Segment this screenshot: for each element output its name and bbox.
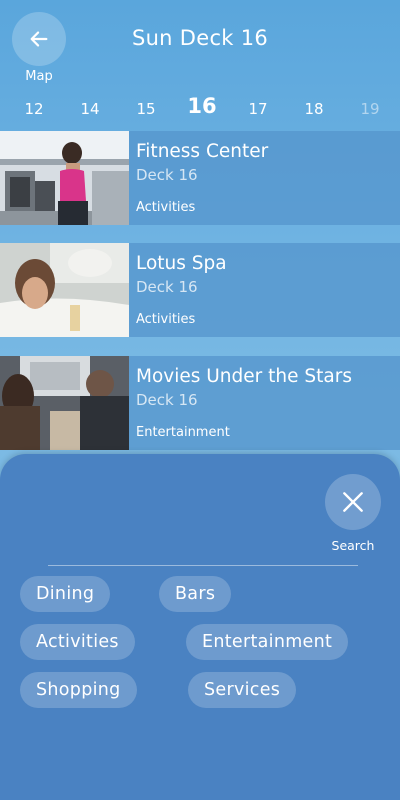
venue-name: Movies Under the Stars [136, 366, 352, 387]
deck-tab-19[interactable]: 19 [350, 100, 390, 118]
deck-tab-14[interactable]: 14 [70, 100, 110, 118]
venue-photo [0, 131, 129, 225]
filter-chip-shopping[interactable]: Shopping [20, 672, 137, 708]
venue-deck: Deck 16 [136, 278, 198, 296]
filter-chip-services[interactable]: Services [188, 672, 297, 708]
deck-tab-15[interactable]: 15 [126, 100, 166, 118]
venue-photo [0, 243, 129, 337]
filter-panel: Search Dining Bars Activities Entertainm… [0, 454, 400, 800]
venue-deck: Deck 16 [136, 391, 198, 409]
venue-category: Activities [136, 200, 196, 215]
filter-chip-bars[interactable]: Bars [159, 576, 232, 612]
venue-photo [0, 356, 129, 450]
filter-chip-entertainment[interactable]: Entertainment [186, 624, 349, 660]
close-icon [343, 492, 363, 512]
venue-row-lotus-spa[interactable]: Lotus Spa Deck 16 Activities [0, 243, 400, 337]
divider [48, 565, 358, 566]
deck-tab-17[interactable]: 17 [238, 100, 278, 118]
deck-tab-16[interactable]: 16 [182, 94, 222, 118]
venue-name: Fitness Center [136, 141, 269, 162]
venue-row-movies-under-the-stars[interactable]: Movies Under the Stars Deck 16 Entertain… [0, 356, 400, 450]
filter-chip-dining[interactable]: Dining [20, 576, 111, 612]
deck-selector: 12 14 15 16 17 18 19 [0, 94, 400, 126]
close-search-button[interactable] [325, 474, 381, 530]
deck-tab-12[interactable]: 12 [14, 100, 54, 118]
venue-category: Activities [136, 312, 196, 327]
page-title: Sun Deck 16 [131, 26, 269, 50]
back-label: Map [25, 69, 53, 84]
venue-row-fitness-center[interactable]: Fitness Center Deck 16 Activities [0, 131, 400, 225]
venue-category: Entertainment [136, 425, 230, 440]
search-label: Search [331, 538, 375, 553]
filter-chip-activities[interactable]: Activities [20, 624, 135, 660]
venue-name: Lotus Spa [136, 253, 227, 274]
deck-tab-18[interactable]: 18 [294, 100, 334, 118]
venue-deck: Deck 16 [136, 166, 198, 184]
